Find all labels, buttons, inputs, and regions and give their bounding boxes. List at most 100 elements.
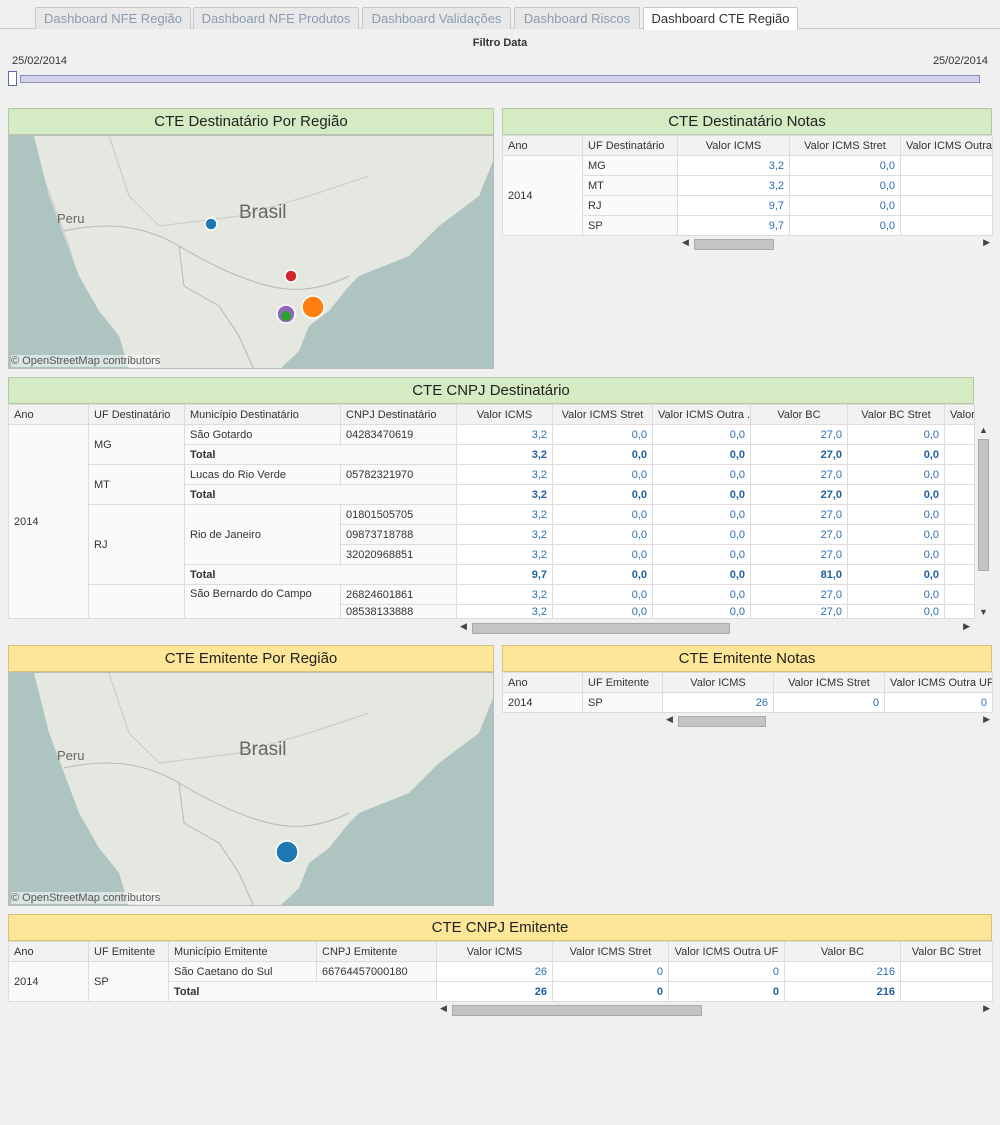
table-row: 2014 MG São Gotardo 04283470619 3,2 0,0 … xyxy=(8,424,975,619)
point-mg[interactable] xyxy=(284,269,298,283)
col-valor-bc: Valor BC xyxy=(750,404,848,425)
date-range-slider[interactable] xyxy=(20,75,980,83)
map-destinatario[interactable]: Brasil Peru © OpenStreetMap contributors xyxy=(8,135,494,369)
table-row: MT Lucas do Rio Verde 05782321970 3,2 0,… xyxy=(9,464,975,505)
value-cell xyxy=(944,524,975,545)
col-valor-icms-outra: Valor ICMS Outra UF xyxy=(900,135,993,156)
point-sp[interactable] xyxy=(275,840,299,864)
cnpj-cell: 26824601861 xyxy=(340,584,457,605)
value-cell: 0,0 xyxy=(652,524,751,545)
value-cell: 0,0 xyxy=(652,504,751,525)
filter-title: Filtro Data xyxy=(472,37,528,49)
scroll-thumb[interactable] xyxy=(978,439,989,571)
scroll-right-icon[interactable]: ▶ xyxy=(983,714,990,725)
value-cell: 27,0 xyxy=(750,424,848,445)
cnpj-cell: 32020968851 xyxy=(340,544,457,565)
tab-validacoes[interactable]: Dashboard Validações xyxy=(362,7,511,29)
scroll-thumb[interactable] xyxy=(694,239,774,250)
tab-cte-regiao[interactable]: Dashboard CTE Região xyxy=(643,7,798,30)
point-sp-inner[interactable] xyxy=(281,311,291,321)
notas-emit-title: CTE Emitente Notas xyxy=(502,645,992,672)
tab-nfe-produtos[interactable]: Dashboard NFE Produtos xyxy=(193,7,359,29)
cnpj-dest-panel: CTE CNPJ Destinatário Ano UF Destinatári… xyxy=(8,377,975,619)
col-valor-icms: Valor ICMS xyxy=(677,135,790,156)
cnpj-dest-table: Ano UF Destinatário Município Destinatár… xyxy=(8,404,975,619)
value-cell: 9,7 xyxy=(456,564,553,585)
municipio-cell: São Caetano do Sul xyxy=(168,961,317,982)
value-cell: 3,2 xyxy=(456,464,553,485)
year-cell: 2014 xyxy=(8,424,89,619)
col-valor-icms: Valor ICMS xyxy=(662,672,774,693)
cnpj-emit-panel: CTE CNPJ Emitente Ano UF Emitente Municí… xyxy=(8,914,993,1002)
value-cell: 26 xyxy=(662,692,774,713)
value-cell: 81,0 xyxy=(750,564,848,585)
map-emit-title: CTE Emitente Por Região xyxy=(8,645,494,672)
col-ano: Ano xyxy=(502,135,583,156)
scroll-right-icon[interactable]: ▶ xyxy=(963,621,970,632)
scroll-down-icon[interactable]: ▼ xyxy=(979,607,988,617)
notas-dest-hscroll[interactable]: ◀ ▶ xyxy=(682,237,990,251)
cnpj-emit-hscroll[interactable]: ◀ ▶ xyxy=(440,1003,990,1017)
value-cell: 0,0 xyxy=(847,604,945,619)
date-slider-handle[interactable] xyxy=(8,71,17,86)
value-cell: 0,0 xyxy=(847,424,945,445)
tab-riscos[interactable]: Dashboard Riscos xyxy=(514,7,640,29)
col-valor-more: Valor xyxy=(944,404,975,425)
scroll-up-icon[interactable]: ▲ xyxy=(979,425,988,435)
notas-dest-title: CTE Destinatário Notas xyxy=(502,108,992,135)
scroll-right-icon[interactable]: ▶ xyxy=(983,1003,990,1014)
value-cell xyxy=(944,544,975,565)
scroll-left-icon[interactable]: ◀ xyxy=(460,621,467,632)
value-cell: 0,0 xyxy=(552,524,653,545)
map-emitente[interactable]: Brasil Peru © OpenStreetMap contributors xyxy=(8,672,494,906)
uf-cell: MT xyxy=(582,175,678,196)
value-cell: 0,0 xyxy=(847,544,945,565)
col-valor-icms-stret: Valor ICMS Stret xyxy=(789,135,901,156)
table-row: 2014 SP 26 0 0 xyxy=(502,692,993,713)
col-cnpj: CNPJ Destinatário xyxy=(340,404,457,425)
scroll-thumb[interactable] xyxy=(472,623,730,634)
value-cell xyxy=(944,444,975,465)
notas-emit-hscroll[interactable]: ◀ ▶ xyxy=(666,714,990,728)
cnpj-dest-vscroll[interactable]: ▲ ▼ xyxy=(976,425,990,617)
filter-end-date: 25/02/2014 xyxy=(932,55,988,67)
year-cell: 2014 xyxy=(8,961,89,1002)
col-valor-icms-stret: Valor ICMS Stret xyxy=(773,672,885,693)
value-cell: 0,0 xyxy=(652,424,751,445)
col-uf: UF Emitente xyxy=(582,672,663,693)
total-label: Total xyxy=(184,444,457,465)
value-cell: 0,0 xyxy=(552,464,653,485)
notas-emit-table: Ano UF Emitente Valor ICMS Valor ICMS St… xyxy=(502,672,993,713)
value-cell: 0,0 xyxy=(847,504,945,525)
value-cell: 0,0 xyxy=(847,564,945,585)
uf-cell: MG xyxy=(88,424,185,465)
map-emit-panel: CTE Emitente Por Região xyxy=(8,645,494,672)
municipio-cell: Lucas do Rio Verde xyxy=(184,464,341,485)
cnpj-dest-hscroll[interactable]: ◀ ▶ xyxy=(460,621,970,635)
scroll-right-icon[interactable]: ▶ xyxy=(983,237,990,248)
scroll-thumb[interactable] xyxy=(678,716,766,727)
value-cell: 0,0 xyxy=(652,584,751,605)
stret-cell: 0,0 xyxy=(789,195,901,216)
point-mt[interactable] xyxy=(204,217,218,231)
scroll-left-icon[interactable]: ◀ xyxy=(666,714,673,725)
municipio-cell: Rio de Janeiro xyxy=(184,504,341,565)
table-row: 2014 SP São Caetano do Sul 6676445700018… xyxy=(8,961,993,1002)
icms-cell: 3,2 xyxy=(677,175,790,196)
stret-cell: 0,0 xyxy=(789,215,901,236)
value-cell: 3,2 xyxy=(456,544,553,565)
stret-cell: 0,0 xyxy=(789,155,901,176)
total-label: Total xyxy=(184,564,457,585)
uf-cell: SP xyxy=(582,692,663,713)
filter-start-date: 25/02/2014 xyxy=(12,55,68,67)
value-cell xyxy=(944,584,975,605)
point-rj[interactable] xyxy=(301,295,325,319)
map-dest-title: CTE Destinatário Por Região xyxy=(8,108,494,135)
scroll-left-icon[interactable]: ◀ xyxy=(440,1003,447,1014)
scroll-left-icon[interactable]: ◀ xyxy=(682,237,689,248)
scroll-thumb[interactable] xyxy=(452,1005,702,1016)
map-points xyxy=(204,217,325,324)
tab-nfe-regiao[interactable]: Dashboard NFE Região xyxy=(35,7,191,29)
outra-cell xyxy=(900,195,993,216)
value-cell: 0,0 xyxy=(847,524,945,545)
